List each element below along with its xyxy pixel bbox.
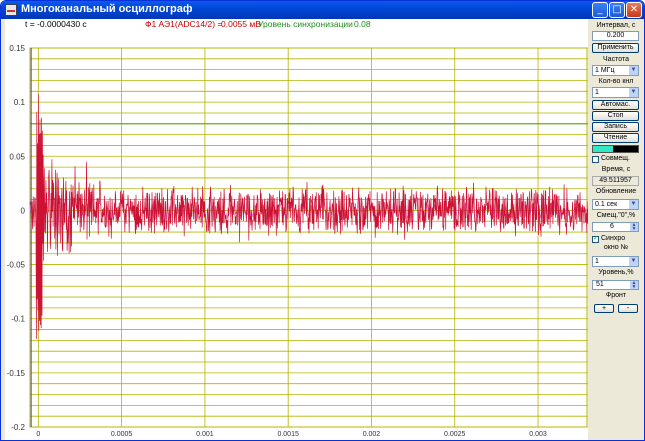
control-panel: Интервал, с 0.200 Применить Частота 1 МГ… bbox=[590, 19, 642, 319]
channels-select[interactable]: 1 ▼ bbox=[592, 87, 639, 98]
y-tick-label: -0.05 bbox=[7, 261, 26, 270]
x-tick-label: 0.002 bbox=[363, 431, 381, 438]
time-label: Время, с bbox=[601, 166, 631, 173]
minimize-button[interactable]: _ bbox=[592, 2, 608, 18]
frequency-label: Частота bbox=[603, 56, 629, 63]
x-tick-label: 0 bbox=[36, 431, 40, 438]
channel-readout: Ф1 АЭ1(ADC14/2) = bbox=[145, 19, 223, 29]
title-bar[interactable]: Многоканальный осциллограф _ □ ✕ bbox=[1, 1, 644, 19]
y-tick-label: 0.05 bbox=[9, 152, 25, 161]
sync-label: Уровень синхронизации bbox=[258, 19, 353, 29]
window-select[interactable]: 1 ▼ bbox=[592, 256, 639, 267]
sync-value: 0.08 bbox=[354, 19, 371, 29]
time-value: 49.511957 bbox=[592, 176, 639, 186]
app-icon bbox=[5, 4, 17, 16]
level-label: Уровень,% bbox=[598, 269, 634, 276]
color-swatch-left[interactable] bbox=[593, 146, 613, 152]
read-button[interactable]: Чтение bbox=[592, 133, 639, 143]
sync-check-label: Синхро bbox=[601, 235, 626, 242]
y-tick-label: 0.1 bbox=[14, 98, 26, 107]
frequency-value: 1 МГц bbox=[595, 67, 615, 74]
close-button[interactable]: ✕ bbox=[626, 2, 642, 18]
sync-checkbox[interactable]: ✓ bbox=[592, 236, 599, 243]
time-readout: t = -0.0000430 с bbox=[25, 19, 87, 29]
combine-checkbox[interactable] bbox=[592, 156, 599, 163]
window-label: окно № bbox=[603, 244, 629, 251]
offset-spinner[interactable]: 6 ▲ ▼ bbox=[592, 222, 639, 232]
chevron-down-icon[interactable]: ▼ bbox=[629, 66, 638, 75]
x-tick-label: 0.0005 bbox=[111, 431, 133, 438]
auto-scale-button[interactable]: Автомас. bbox=[592, 100, 639, 110]
interval-label: Интервал, с bbox=[596, 22, 636, 29]
window-value: 1 bbox=[595, 258, 599, 265]
oscillogram-chart[interactable]: 0.15 0.1 0.05 0 -0.05 -0.1 -0.15 -0.2 0 0.0005 0.… bbox=[5, 19, 588, 440]
channel-color-picker[interactable] bbox=[592, 145, 639, 153]
spinner-arrows-icon[interactable]: ▲ ▼ bbox=[630, 281, 638, 290]
channels-value: 1 bbox=[595, 89, 599, 96]
combine-label: Совмещ. bbox=[601, 155, 630, 162]
apply-button[interactable]: Применить bbox=[592, 43, 639, 53]
offset-value: 6 bbox=[610, 223, 614, 230]
chevron-down-icon[interactable]: ▼ bbox=[629, 200, 638, 209]
level-spinner[interactable]: 51 ▲ ▼ bbox=[592, 280, 639, 290]
x-tick-label: 0.0015 bbox=[277, 431, 299, 438]
channel-value: 0.0055 мВ bbox=[221, 19, 261, 29]
stop-button[interactable]: Стоп bbox=[592, 111, 639, 121]
x-tick-label: 0.003 bbox=[529, 431, 547, 438]
frequency-select[interactable]: 1 МГц ▼ bbox=[592, 65, 639, 76]
oscilloscope-window: Многоканальный осциллограф _ □ ✕ 0.15 0.1… bbox=[0, 0, 645, 441]
y-tick-label: -0.2 bbox=[11, 423, 25, 432]
update-value: 0.1 сек bbox=[595, 201, 618, 208]
x-tick-label: 0.0025 bbox=[444, 431, 466, 438]
x-tick-label: 0.001 bbox=[196, 431, 214, 438]
update-label: Обновление bbox=[595, 188, 637, 195]
y-tick-label: 0 bbox=[21, 206, 26, 215]
chevron-down-icon[interactable]: ▼ bbox=[629, 88, 638, 97]
color-swatch-right[interactable] bbox=[613, 146, 638, 152]
record-button[interactable]: Запись bbox=[592, 122, 639, 132]
oscillogram-plot[interactable]: 0.15 0.1 0.05 0 -0.05 -0.1 -0.15 -0.2 0 0.0005 0.… bbox=[5, 19, 588, 440]
y-tick-label: 0.15 bbox=[9, 44, 25, 53]
level-value: 51 bbox=[596, 281, 604, 288]
front-label: Фронт bbox=[605, 292, 627, 299]
offset-label: Смещ."0",% bbox=[596, 212, 636, 219]
update-select[interactable]: 0.1 сек ▼ bbox=[592, 199, 639, 210]
y-tick-label: -0.15 bbox=[7, 369, 26, 378]
window-title: Многоканальный осциллограф bbox=[21, 3, 193, 15]
plus-button[interactable]: + bbox=[594, 304, 614, 313]
chevron-down-icon[interactable]: ▼ bbox=[629, 257, 638, 266]
y-tick-label: -0.1 bbox=[11, 315, 25, 324]
minus-button[interactable]: - bbox=[618, 304, 638, 313]
interval-input[interactable]: 0.200 bbox=[592, 31, 639, 41]
maximize-button[interactable]: □ bbox=[609, 2, 625, 18]
spinner-arrows-icon[interactable]: ▲ ▼ bbox=[630, 223, 638, 232]
channels-label: Кол-во кнл bbox=[598, 78, 634, 85]
